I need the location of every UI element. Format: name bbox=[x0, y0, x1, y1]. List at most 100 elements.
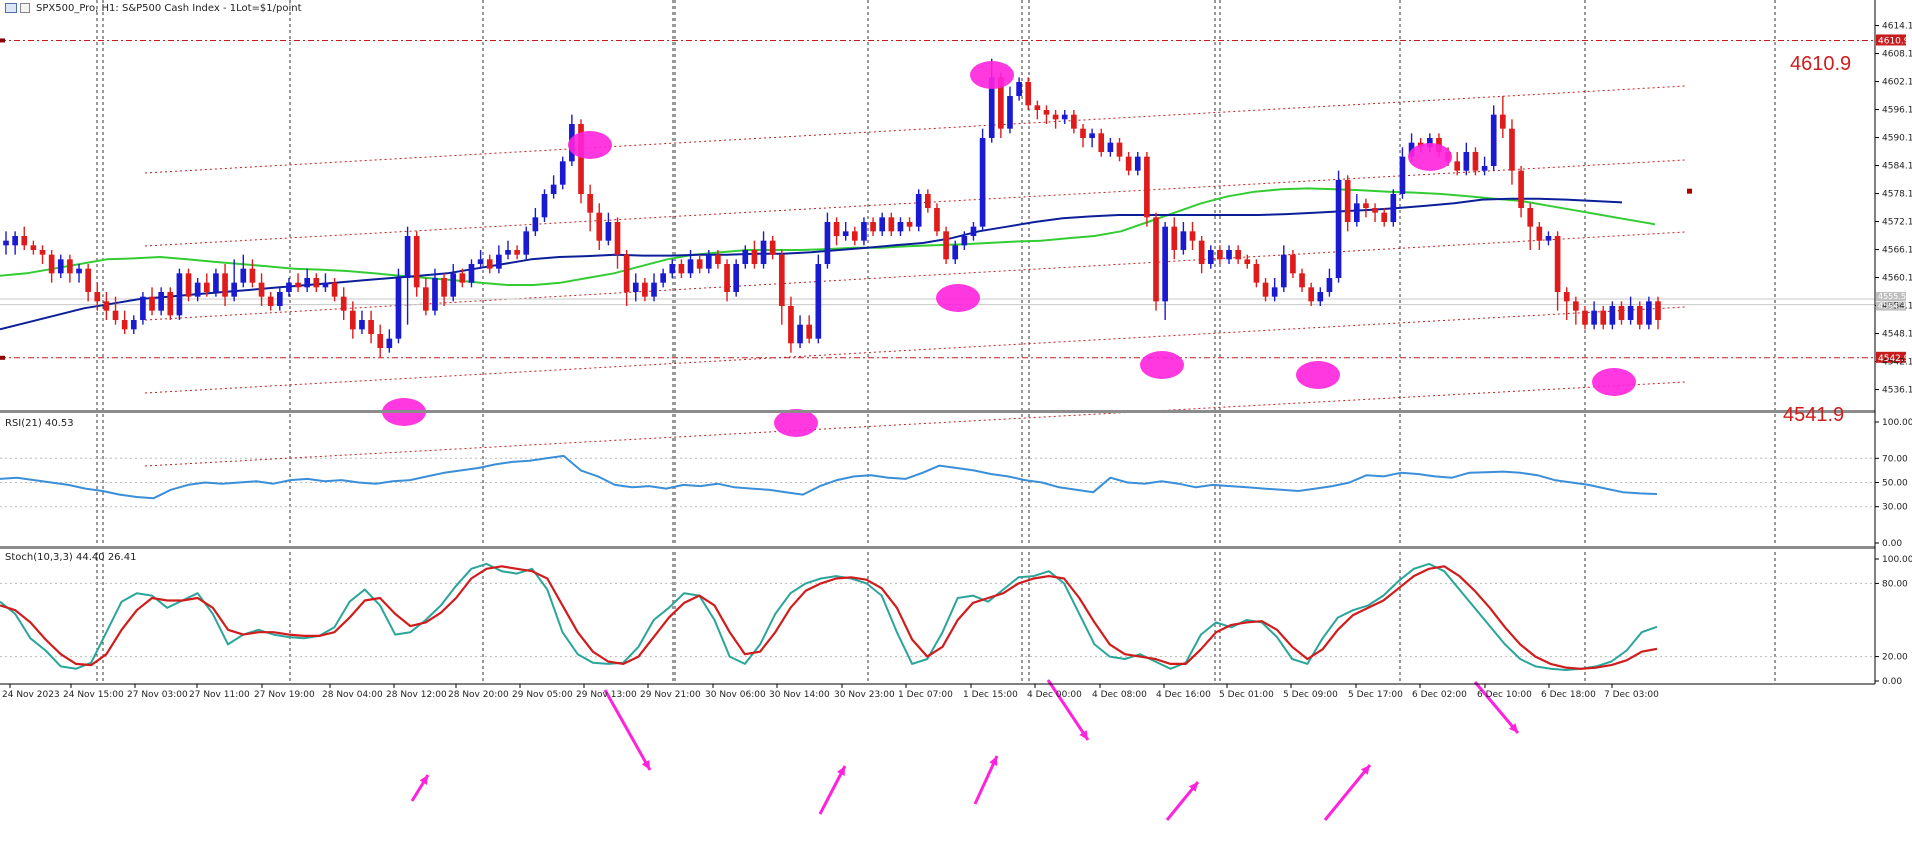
candle-body bbox=[331, 282, 338, 297]
level-marker bbox=[0, 355, 5, 360]
candle-body bbox=[1235, 250, 1241, 260]
candle-body bbox=[906, 222, 913, 227]
candle-body bbox=[1335, 180, 1342, 278]
candle-body bbox=[705, 254, 712, 269]
candle-body bbox=[1317, 292, 1324, 302]
candle-body bbox=[1116, 142, 1123, 157]
candle-body bbox=[943, 231, 949, 260]
rsi-tick-label: 30.00 bbox=[1882, 503, 1908, 513]
candle-body bbox=[1646, 301, 1652, 325]
time-tick-label: 30 Nov 23:00 bbox=[834, 690, 895, 700]
candle-body bbox=[925, 194, 931, 208]
candle-body bbox=[1463, 152, 1470, 171]
candle-body bbox=[21, 236, 28, 246]
swing-highlight bbox=[568, 131, 612, 159]
rsi-tick-label: 70.00 bbox=[1882, 454, 1908, 464]
candle-body bbox=[824, 222, 831, 264]
candle-body bbox=[48, 254, 55, 274]
candle-body bbox=[121, 320, 128, 330]
candle-body bbox=[276, 292, 283, 306]
panel-divider bbox=[0, 410, 1875, 413]
time-tick-label: 28 Nov 20:00 bbox=[448, 690, 509, 700]
candle-body bbox=[1043, 110, 1050, 115]
candle-body bbox=[1080, 128, 1086, 138]
time-tick-label: 30 Nov 06:00 bbox=[705, 690, 766, 700]
menu-icon[interactable] bbox=[20, 3, 30, 13]
candle-body bbox=[605, 222, 612, 241]
candle-body bbox=[213, 273, 219, 292]
price-tick-label: 4602.1 bbox=[1882, 78, 1912, 88]
candle-body bbox=[1025, 82, 1032, 106]
time-tick-label: 5 Dec 01:00 bbox=[1219, 690, 1274, 700]
candle-body bbox=[258, 282, 265, 297]
price-tick-label: 4584.1 bbox=[1882, 162, 1912, 172]
candle-body bbox=[788, 306, 794, 344]
time-tick-label: 7 Dec 03:00 bbox=[1604, 690, 1659, 700]
swing-highlight bbox=[1140, 351, 1184, 379]
candle-body bbox=[842, 231, 849, 236]
candle-body bbox=[651, 282, 657, 297]
candle-body bbox=[404, 236, 411, 278]
candle-body bbox=[1134, 156, 1141, 171]
candle-body bbox=[1582, 310, 1588, 325]
candle-body bbox=[1308, 287, 1315, 302]
candle-body bbox=[1153, 217, 1159, 302]
candle-body bbox=[1052, 114, 1059, 120]
candle-body bbox=[815, 264, 822, 339]
candle-body bbox=[368, 320, 374, 334]
swing-highlight bbox=[774, 409, 818, 437]
candle-body bbox=[322, 282, 329, 288]
time-tick-label: 6 Dec 02:00 bbox=[1412, 690, 1467, 700]
candle-body bbox=[760, 240, 767, 264]
candle-body bbox=[1600, 310, 1607, 325]
rsi-tick-label: 50.00 bbox=[1882, 479, 1908, 489]
candle-body bbox=[1636, 306, 1643, 325]
price-tick-label: 4578.1 bbox=[1882, 190, 1912, 200]
candle-body bbox=[614, 222, 621, 255]
rsi-tick-label: 0.00 bbox=[1882, 539, 1902, 549]
chart-canvas[interactable]: 4614.1 4608.1 4602.1 4596.1 4590.1 4584.1 4578… bbox=[0, 0, 1912, 856]
candle-body bbox=[642, 282, 648, 297]
candle-body bbox=[496, 254, 502, 269]
candle-body bbox=[1536, 226, 1543, 241]
candle-body bbox=[386, 338, 393, 348]
candle-body bbox=[377, 334, 384, 348]
candle-body bbox=[3, 240, 9, 246]
candle-body bbox=[103, 301, 110, 311]
candle-body bbox=[76, 268, 82, 274]
time-tick-label: 24 Nov 15:00 bbox=[63, 690, 124, 700]
candle-body bbox=[313, 278, 320, 288]
candle-body bbox=[423, 287, 429, 311]
time-tick-label: 30 Nov 14:00 bbox=[769, 690, 830, 700]
candle-body bbox=[915, 194, 922, 227]
current-price-tag-text: 4555.5 bbox=[1878, 292, 1906, 301]
candle-body bbox=[934, 208, 940, 232]
candle-body bbox=[541, 194, 548, 218]
candle-body bbox=[349, 310, 356, 330]
candle-body bbox=[879, 217, 886, 232]
candle-body bbox=[733, 264, 739, 292]
chart-icon[interactable] bbox=[5, 3, 17, 13]
price-tick-label: 4572.1 bbox=[1882, 218, 1912, 228]
swing-highlight bbox=[1592, 368, 1636, 396]
candle-body bbox=[459, 273, 466, 283]
window-title-bar: SPX500_Pro, H1: S&P500 Cash Index - 1Lot… bbox=[0, 0, 302, 16]
candle-body bbox=[888, 217, 895, 232]
price-tick-label: 4614.1 bbox=[1882, 22, 1912, 32]
time-tick-label: 27 Nov 03:00 bbox=[127, 690, 188, 700]
candle-body bbox=[286, 282, 292, 292]
chart-window[interactable]: 4614.1 4608.1 4602.1 4596.1 4590.1 4584.1 4578… bbox=[0, 0, 1912, 856]
stoch-tick-label: 100.00 bbox=[1882, 555, 1912, 565]
candle-body bbox=[1253, 264, 1260, 283]
candle-body bbox=[1144, 156, 1150, 218]
candle-body bbox=[39, 250, 46, 255]
time-tick-label: 24 Nov 2023 bbox=[2, 690, 60, 700]
candle-body bbox=[395, 278, 402, 339]
candle-body bbox=[158, 292, 164, 311]
candle-body bbox=[1481, 166, 1488, 171]
candle-body bbox=[1527, 208, 1534, 227]
candle-body bbox=[1390, 194, 1397, 222]
candle-body bbox=[797, 324, 803, 344]
candle-body bbox=[1655, 301, 1661, 320]
candle-body bbox=[742, 250, 749, 264]
